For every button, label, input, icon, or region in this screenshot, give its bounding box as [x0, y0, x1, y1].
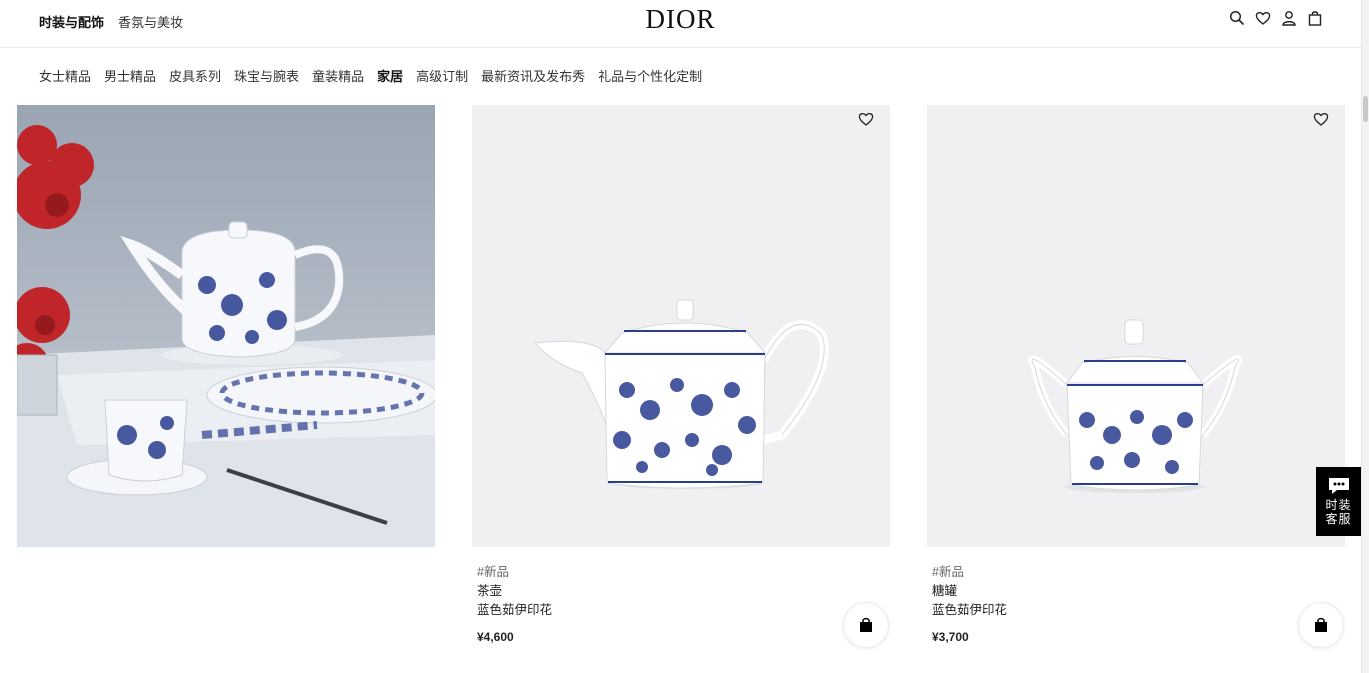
wishlist-heart-icon[interactable] — [1313, 111, 1329, 127]
nav-item-gifts-personalization[interactable]: 礼品与个性化定制 — [598, 66, 702, 85]
product-info-teapot[interactable]: #新品 茶壶 蓝色茹伊印花 ¥4,600 — [477, 563, 552, 647]
chat-bubble-icon — [1328, 478, 1349, 494]
heart-icon[interactable] — [1254, 9, 1271, 26]
nav-item-home[interactable]: 家居 — [377, 66, 403, 85]
product-name: 茶壶 — [477, 584, 503, 598]
product-price: ¥3,700 — [932, 630, 969, 644]
user-icon[interactable] — [1280, 9, 1297, 26]
header-icons — [1228, 9, 1323, 26]
product-collection: 蓝色茹伊印花 — [932, 603, 1008, 617]
search-icon[interactable] — [1228, 9, 1245, 26]
bag-icon[interactable] — [1306, 9, 1323, 26]
customer-service-chat-button[interactable]: 时装客服 — [1316, 467, 1361, 536]
nav-item-kids[interactable]: 童装精品 — [312, 66, 364, 85]
product-image-sugar-bowl[interactable] — [927, 105, 1345, 547]
nav-item-news-shows[interactable]: 最新资讯及发布秀 — [481, 66, 585, 85]
top-header: 时装与配饰 香氛与美妆 DIOR — [0, 0, 1361, 48]
product-image-teapot[interactable] — [472, 105, 890, 547]
chat-label: 时装客服 — [1325, 498, 1352, 526]
nav-item-women[interactable]: 女士精品 — [39, 66, 91, 85]
product-collection: 蓝色茹伊印花 — [477, 603, 553, 617]
shopping-bag-icon — [1315, 617, 1327, 632]
nav-item-haute-couture[interactable]: 高级订制 — [416, 66, 468, 85]
product-tag: #新品 — [932, 565, 964, 579]
nav-item-leather[interactable]: 皮具系列 — [169, 66, 221, 85]
main-nav: 女士精品 男士精品 皮具系列 珠宝与腕表 童装精品 家居 高级订制 最新资讯及发… — [39, 66, 702, 85]
add-to-bag-button[interactable] — [843, 602, 889, 648]
product-info-sugar-bowl[interactable]: #新品 糖罐 蓝色茹伊印花 ¥3,700 — [932, 563, 1007, 647]
nav-item-jewelry-watches[interactable]: 珠宝与腕表 — [234, 66, 299, 85]
nav-item-men[interactable]: 男士精品 — [104, 66, 156, 85]
product-name: 糖罐 — [932, 584, 958, 598]
add-to-bag-button[interactable] — [1298, 602, 1344, 648]
dior-logo[interactable]: DIOR — [0, 4, 1361, 35]
hero-lifestyle-image[interactable] — [17, 105, 435, 547]
product-tag: #新品 — [477, 565, 509, 579]
product-price: ¥4,600 — [477, 630, 514, 644]
wishlist-heart-icon[interactable] — [858, 111, 874, 127]
shopping-bag-icon — [860, 617, 872, 632]
page-scrollbar[interactable] — [1361, 0, 1369, 673]
scrollbar-thumb[interactable] — [1363, 96, 1368, 122]
